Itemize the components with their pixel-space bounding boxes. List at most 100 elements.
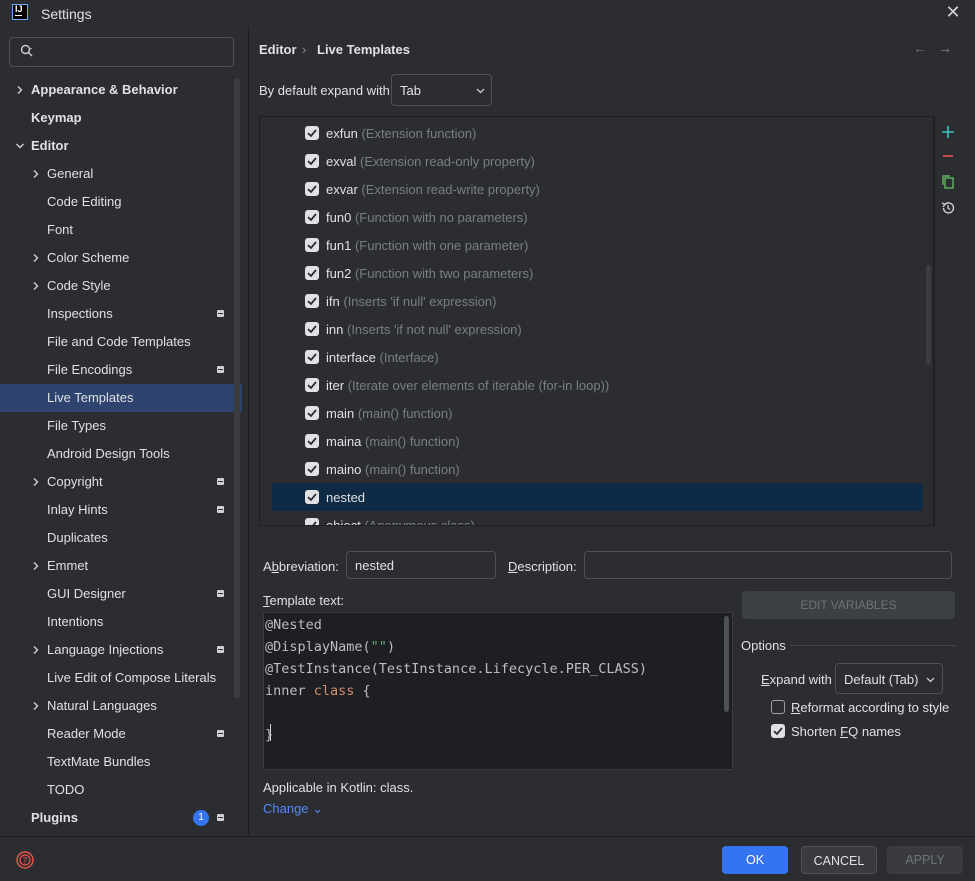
template-row[interactable]: inn (Inserts 'if not null' expression) bbox=[260, 315, 933, 343]
chevron-down-icon[interactable] bbox=[15, 141, 25, 151]
chevron-right-icon[interactable] bbox=[15, 85, 25, 95]
reformat-checkbox[interactable] bbox=[771, 700, 785, 714]
restore-icon[interactable] bbox=[939, 199, 957, 217]
live-templates-list[interactable]: exfun (Extension function) exval (Extensi… bbox=[259, 116, 934, 526]
apply-button[interactable]: APPLY bbox=[887, 846, 963, 874]
sidebar-item[interactable]: Language Injections bbox=[0, 636, 242, 664]
change-context-link[interactable]: Change ⌄ bbox=[263, 801, 323, 817]
copy-icon[interactable] bbox=[939, 173, 957, 191]
description-input[interactable] bbox=[584, 551, 952, 579]
template-row[interactable]: nested bbox=[272, 483, 923, 511]
sidebar-item[interactable]: TODO bbox=[0, 776, 242, 804]
chevron-right-icon[interactable] bbox=[31, 477, 41, 487]
sidebar-item[interactable]: Appearance & Behavior bbox=[0, 76, 242, 104]
template-enabled-checkbox[interactable] bbox=[305, 210, 319, 224]
template-enabled-checkbox[interactable] bbox=[305, 350, 319, 364]
help-icon[interactable]: ? bbox=[15, 850, 35, 870]
template-abbreviation-text: maino bbox=[326, 462, 362, 477]
template-enabled-checkbox[interactable] bbox=[305, 182, 319, 196]
sidebar-item[interactable]: Color Scheme bbox=[0, 244, 242, 272]
reformat-label[interactable]: Reformat according to style bbox=[791, 700, 949, 715]
template-description: (Extension read-write property) bbox=[361, 182, 540, 197]
template-row[interactable]: main (main() function) bbox=[260, 399, 933, 427]
template-row[interactable]: exfun (Extension function) bbox=[260, 119, 933, 147]
checkmark-icon bbox=[307, 437, 317, 446]
template-enabled-checkbox[interactable] bbox=[305, 294, 319, 308]
template-abbreviation-text: maina bbox=[326, 434, 362, 449]
sidebar-item[interactable]: Keymap bbox=[0, 104, 242, 132]
template-enabled-checkbox[interactable] bbox=[305, 266, 319, 280]
chevron-right-icon[interactable] bbox=[31, 281, 41, 291]
template-row[interactable]: iter (Iterate over elements of iterable … bbox=[260, 371, 933, 399]
sidebar-item-label: Code Editing bbox=[47, 194, 122, 209]
chevron-right-icon[interactable] bbox=[31, 169, 41, 179]
forward-arrow-icon[interactable]: → bbox=[938, 40, 952, 56]
sidebar-item[interactable]: Inspections bbox=[0, 300, 242, 328]
template-enabled-checkbox[interactable] bbox=[305, 518, 319, 525]
ok-button[interactable]: OK bbox=[722, 846, 788, 874]
template-enabled-checkbox[interactable] bbox=[305, 462, 319, 476]
edit-variables-button[interactable]: EDIT VARIABLES bbox=[742, 591, 955, 619]
sidebar-item[interactable]: Code Editing bbox=[0, 188, 242, 216]
close-icon[interactable]: ✕ bbox=[944, 2, 962, 22]
abbreviation-input[interactable] bbox=[346, 551, 496, 579]
sidebar-item[interactable]: TextMate Bundles bbox=[0, 748, 242, 776]
sidebar-item[interactable]: Font bbox=[0, 216, 242, 244]
cancel-button[interactable]: CANCEL bbox=[801, 846, 877, 874]
sidebar-item[interactable]: Code Style bbox=[0, 272, 242, 300]
template-row[interactable]: exval (Extension read-only property) bbox=[260, 147, 933, 175]
add-icon[interactable] bbox=[939, 123, 957, 141]
back-arrow-icon[interactable]: ← bbox=[913, 40, 927, 56]
chevron-right-icon[interactable] bbox=[31, 253, 41, 263]
template-row[interactable]: ifn (Inserts 'if null' expression) bbox=[260, 287, 933, 315]
sidebar-item[interactable]: Intentions bbox=[0, 608, 242, 636]
template-row[interactable]: fun0 (Function with no parameters) bbox=[260, 203, 933, 231]
shorten-fq-checkbox[interactable] bbox=[771, 724, 785, 738]
sidebar-item[interactable]: Live Templates bbox=[0, 384, 242, 412]
shorten-fq-label[interactable]: Shorten FQ names bbox=[791, 724, 901, 739]
template-description: (main() function) bbox=[365, 462, 460, 477]
sidebar-item[interactable]: Live Edit of Compose Literals bbox=[0, 664, 242, 692]
template-enabled-checkbox[interactable] bbox=[305, 154, 319, 168]
template-enabled-checkbox[interactable] bbox=[305, 490, 319, 504]
templates-scrollbar[interactable] bbox=[926, 265, 931, 365]
template-row[interactable]: exvar (Extension read-write property) bbox=[260, 175, 933, 203]
sidebar-scrollbar[interactable] bbox=[234, 78, 240, 698]
template-enabled-checkbox[interactable] bbox=[305, 434, 319, 448]
template-enabled-checkbox[interactable] bbox=[305, 378, 319, 392]
remove-icon[interactable] bbox=[939, 147, 957, 165]
template-enabled-checkbox[interactable] bbox=[305, 322, 319, 336]
chevron-right-icon[interactable] bbox=[31, 701, 41, 711]
sidebar-item[interactable]: General bbox=[0, 160, 242, 188]
chevron-right-icon[interactable] bbox=[31, 561, 41, 571]
chevron-right-icon[interactable] bbox=[31, 645, 41, 655]
template-enabled-checkbox[interactable] bbox=[305, 126, 319, 140]
sidebar-item[interactable]: Natural Languages bbox=[0, 692, 242, 720]
checkmark-icon bbox=[307, 465, 317, 474]
sidebar-item[interactable]: Emmet bbox=[0, 552, 242, 580]
sidebar-item[interactable]: Reader Mode bbox=[0, 720, 242, 748]
search-input[interactable] bbox=[38, 41, 228, 63]
template-enabled-checkbox[interactable] bbox=[305, 238, 319, 252]
code-scrollbar[interactable] bbox=[724, 616, 729, 712]
sidebar-item[interactable]: File and Code Templates bbox=[0, 328, 242, 356]
template-row[interactable]: fun2 (Function with two parameters) bbox=[260, 259, 933, 287]
template-row[interactable]: maina (main() function) bbox=[260, 427, 933, 455]
sidebar-item[interactable]: Duplicates bbox=[0, 524, 242, 552]
sidebar-item[interactable]: Inlay Hints bbox=[0, 496, 242, 524]
sidebar-item[interactable]: GUI Designer bbox=[0, 580, 242, 608]
breadcrumb-editor[interactable]: Editor bbox=[259, 42, 297, 57]
sidebar-item[interactable]: Copyright bbox=[0, 468, 242, 496]
template-text-editor[interactable]: @Nested @DisplayName("") @TestInstance(T… bbox=[263, 612, 733, 770]
template-enabled-checkbox[interactable] bbox=[305, 406, 319, 420]
template-row[interactable]: fun1 (Function with one parameter) bbox=[260, 231, 933, 259]
sidebar-item[interactable]: File Types bbox=[0, 412, 242, 440]
sidebar-item[interactable]: File Encodings bbox=[0, 356, 242, 384]
template-abbreviation-text: exvar bbox=[326, 182, 358, 197]
sidebar-item[interactable]: Editor bbox=[0, 132, 242, 160]
template-row[interactable]: maino (main() function) bbox=[260, 455, 933, 483]
sidebar-item[interactable]: Android Design Tools bbox=[0, 440, 242, 468]
template-row[interactable]: interface (Interface) bbox=[260, 343, 933, 371]
template-abbreviation-text: iter bbox=[326, 378, 345, 393]
template-row[interactable]: object (Anonymous class) bbox=[260, 511, 933, 525]
